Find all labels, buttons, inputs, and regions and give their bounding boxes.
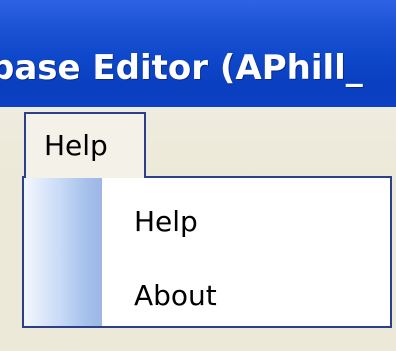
- menu-item-about[interactable]: About: [134, 276, 217, 316]
- title-bar[interactable]: base Editor (APhill_: [0, 0, 396, 107]
- menu-item-help[interactable]: Help: [134, 202, 198, 242]
- window-body-strip: [0, 331, 396, 351]
- menu-icon-gutter: [24, 178, 102, 326]
- window-title: base Editor (APhill_: [0, 48, 363, 88]
- menu-help[interactable]: Help: [24, 112, 146, 178]
- app-window: base Editor (APhill_ Help Help About: [0, 0, 396, 351]
- menu-help-label: Help: [44, 129, 108, 162]
- help-dropdown-menu: Help About: [22, 176, 392, 328]
